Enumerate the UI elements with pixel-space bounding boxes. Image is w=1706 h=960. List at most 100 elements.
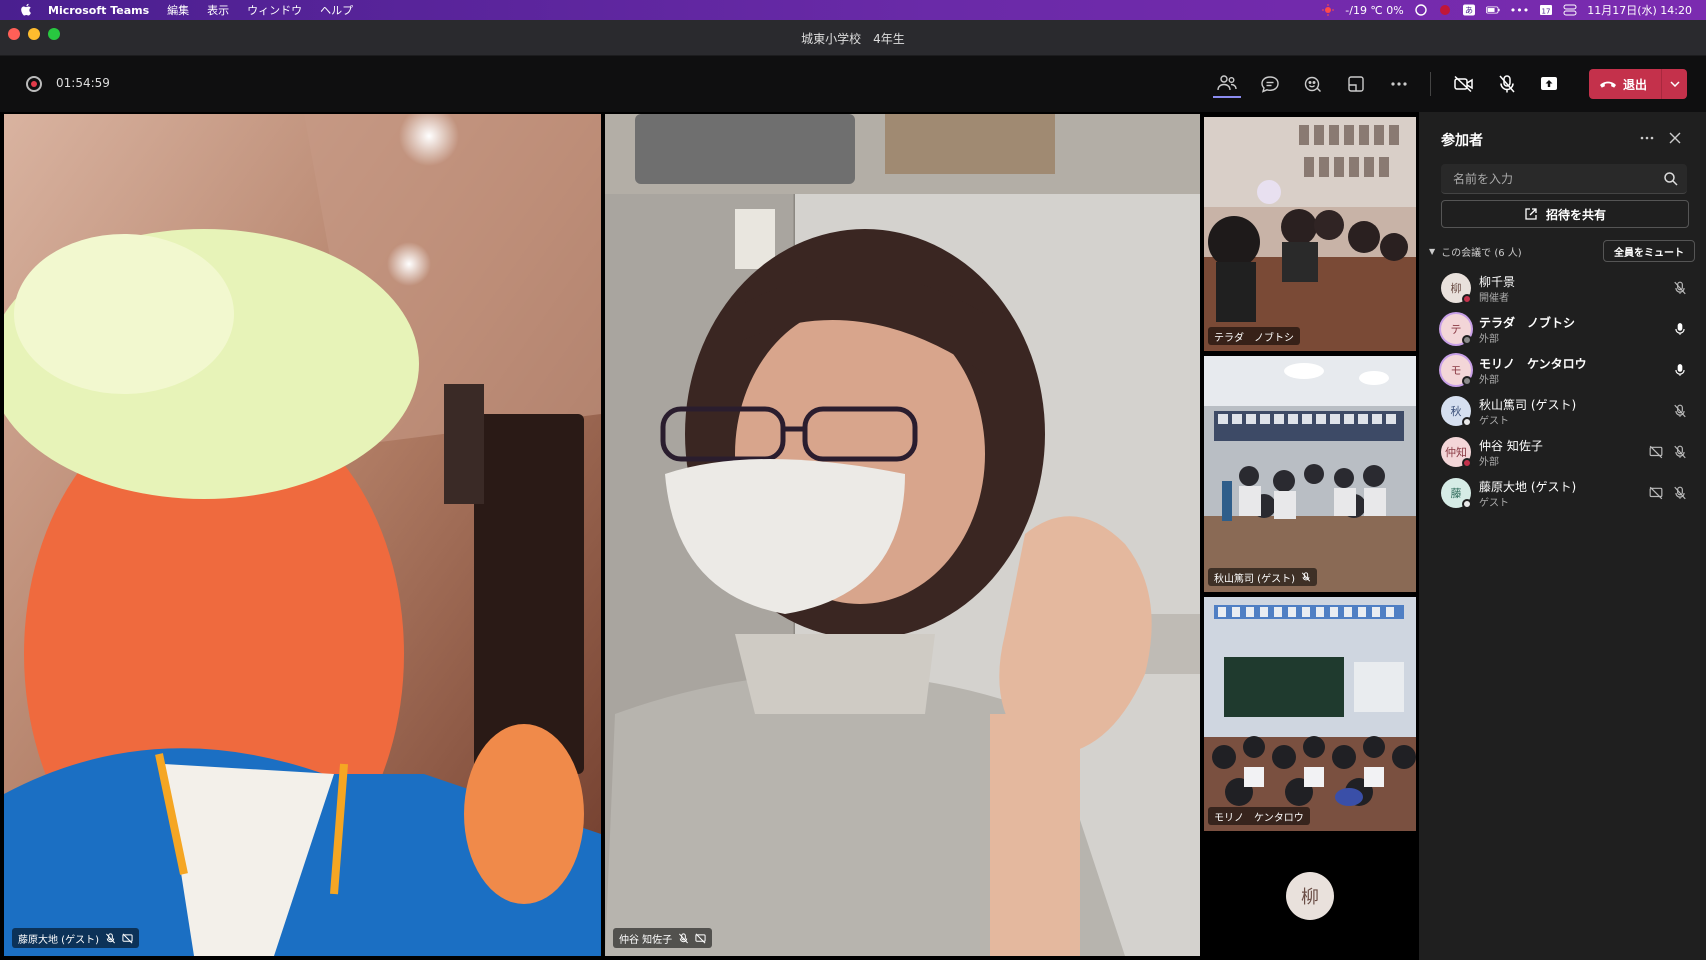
battery-icon[interactable] (1485, 4, 1500, 16)
status-badge (1462, 335, 1472, 345)
more-icon (1640, 136, 1654, 140)
panel-more-button[interactable] (1637, 128, 1657, 148)
video-tile-fujiwara[interactable]: 藤原大地 (ゲスト) (4, 114, 601, 956)
apple-icon[interactable] (18, 3, 34, 17)
breakout-rooms-icon (1348, 76, 1364, 92)
window-title-bar: 城東小学校 4年生 (0, 20, 1706, 56)
panel-close-button[interactable] (1665, 128, 1685, 148)
participant-name: 仲谷 知佐子 (619, 934, 673, 946)
participant-row[interactable]: 秋 秋山篤司 (ゲスト) ゲスト (1419, 390, 1706, 432)
participant-mic-status[interactable] (1671, 484, 1689, 502)
participant-row[interactable]: テ テラダ ノブトシ 外部 (1419, 308, 1706, 350)
reactions-icon (1304, 76, 1321, 92)
avatar: モ (1441, 355, 1472, 386)
participants-panel: 参加者 招待を共有 ▼ この会議で (6 人) 全員をミュート 柳 柳千景 開催… (1419, 112, 1706, 960)
more-icon (1391, 82, 1407, 86)
participant-name: 秋山篤司 (ゲスト) (1479, 398, 1577, 412)
chat-button[interactable] (1256, 70, 1284, 98)
menu-help[interactable]: ヘルプ (320, 2, 353, 18)
calendar-icon[interactable]: 17 (1539, 4, 1553, 16)
participant-row[interactable]: 柳 柳千景 開催者 (1419, 267, 1706, 309)
participant-mic-status[interactable] (1671, 402, 1689, 420)
more-status-icon[interactable]: ••• (1510, 4, 1529, 17)
input-method-icon[interactable]: あ (1462, 4, 1476, 16)
chat-bubble-icon[interactable] (1414, 4, 1428, 16)
video-thumb-akiyama[interactable]: 秋山篤司 (ゲスト) (1204, 356, 1416, 592)
leave-main-button[interactable]: 退出 (1589, 76, 1661, 93)
participant-mic-status[interactable] (1671, 320, 1689, 338)
participant-role: 外部 (1479, 457, 1499, 468)
participant-name: 柳千景 (1479, 275, 1516, 289)
avatar-initial: 柳 (1450, 282, 1462, 295)
mic-off-icon (1674, 445, 1686, 459)
caret-down-icon: ▼ (1429, 246, 1436, 256)
more-actions-button[interactable] (1385, 70, 1413, 98)
participant-row[interactable]: モ モリノ ケンタロウ 外部 (1419, 349, 1706, 391)
participant-role: 開催者 (1479, 293, 1509, 304)
video-feed-terada (1204, 117, 1416, 351)
in-meeting-section[interactable]: ▼ この会議で (6 人) 全員をミュート (1429, 238, 1699, 264)
camera-toggle-button[interactable] (1450, 70, 1478, 98)
status-badge (1462, 499, 1472, 509)
recording-icon (26, 76, 42, 92)
video-tile-nakatani[interactable]: 仲谷 知佐子 (605, 114, 1200, 956)
participant-role: ゲスト (1479, 498, 1509, 509)
self-avatar[interactable]: 柳 (1286, 872, 1334, 920)
rooms-button[interactable] (1342, 70, 1370, 98)
video-feed-fujiwara (4, 114, 601, 956)
menu-view[interactable]: 表示 (207, 2, 229, 18)
video-feed-akiyama (1204, 356, 1416, 592)
mic-off-icon (1674, 281, 1686, 295)
screen-share-off-icon (1649, 486, 1663, 500)
participant-mic-status[interactable] (1671, 443, 1689, 461)
share-screen-icon (1541, 77, 1557, 90)
chevron-down-icon (1669, 81, 1680, 87)
avatar-initial: モ (1450, 364, 1462, 377)
participant-share-status[interactable] (1647, 484, 1665, 502)
section-label: この会議で (6 人) (1441, 247, 1522, 259)
video-thumb-terada[interactable]: テラダ ノブトシ (1204, 117, 1416, 351)
weather-status[interactable]: -/19 ℃ 0% (1345, 4, 1403, 17)
control-center-icon[interactable] (1563, 4, 1577, 16)
participant-name: 秋山篤司 (ゲスト) (1214, 573, 1295, 585)
participant-search-input[interactable] (1441, 164, 1651, 194)
camera-off-icon (1454, 75, 1473, 93)
close-icon (1669, 132, 1681, 144)
menu-window[interactable]: ウィンドウ (247, 2, 302, 18)
mic-off-icon (1674, 404, 1686, 418)
share-screen-button[interactable] (1535, 70, 1563, 98)
video-feed-nakatani (605, 114, 1200, 956)
menu-edit[interactable]: 編集 (167, 2, 189, 18)
mute-all-button[interactable]: 全員をミュート (1603, 240, 1695, 262)
participant-share-status[interactable] (1647, 443, 1665, 461)
video-thumb-morino[interactable]: モリノ ケンタロウ (1204, 597, 1416, 831)
mic-toggle-button[interactable] (1493, 70, 1521, 98)
menubar-status-area: -/19 ℃ 0% あ ••• 17 11月17日(水) 14:20 (1321, 0, 1692, 20)
status-badge (1462, 376, 1472, 386)
mic-on-icon (1675, 323, 1685, 335)
sun-icon[interactable] (1321, 4, 1335, 16)
avatar-initial: テ (1450, 323, 1462, 336)
menubar-clock[interactable]: 11月17日(水) 14:20 (1587, 2, 1692, 18)
participant-mic-status[interactable] (1671, 361, 1689, 379)
participant-name: 藤原大地 (ゲスト) (18, 934, 99, 946)
participant-name: モリノ ケンタロウ (1214, 812, 1304, 824)
chat-icon (1261, 76, 1279, 93)
panel-title: 参加者 (1441, 133, 1483, 149)
people-button[interactable] (1213, 70, 1241, 98)
name-tag-terada: テラダ ノブトシ (1208, 327, 1300, 345)
leave-options-button[interactable] (1662, 81, 1687, 87)
reactions-button[interactable] (1299, 70, 1327, 98)
share-invite-button[interactable]: 招待を共有 (1441, 200, 1689, 228)
hang-up-icon (1600, 81, 1616, 88)
leave-button[interactable]: 退出 (1589, 69, 1687, 99)
participant-row[interactable]: 仲知 仲谷 知佐子 外部 (1419, 431, 1706, 473)
record-status-icon[interactable] (1438, 4, 1452, 16)
search-icon[interactable] (1663, 171, 1679, 187)
avatar: 秋 (1441, 396, 1472, 427)
menu-app-name[interactable]: Microsoft Teams (48, 4, 149, 17)
participant-role: ゲスト (1479, 416, 1509, 427)
mic-on-icon (1675, 364, 1685, 376)
participant-row[interactable]: 藤 藤原大地 (ゲスト) ゲスト (1419, 472, 1706, 514)
participant-mic-status[interactable] (1671, 279, 1689, 297)
